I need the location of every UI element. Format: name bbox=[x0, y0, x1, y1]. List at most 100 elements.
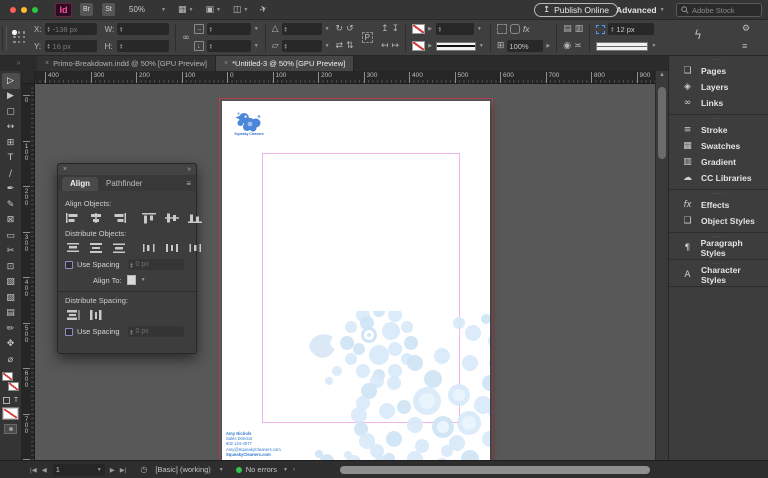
panel-tab-paragraph-styles[interactable]: ¶ Paragraph Styles bbox=[669, 238, 768, 258]
w-field[interactable]: ▲ ▼ bbox=[117, 23, 170, 35]
panel-tab-gradient[interactable]: ▥ Gradient bbox=[669, 154, 768, 170]
search-input[interactable] bbox=[692, 5, 756, 15]
distribute-right-edges-button[interactable] bbox=[187, 242, 203, 254]
align-left-edges-button[interactable] bbox=[65, 212, 81, 224]
spacing-field[interactable]: ▲ ▼ 0 px bbox=[127, 259, 184, 270]
publish-online-button[interactable]: ↥ Publish Online bbox=[534, 3, 618, 17]
flip-vertical-icon[interactable]: ⇅ bbox=[346, 41, 354, 51]
rotate-cw-icon[interactable]: ↻ bbox=[336, 24, 344, 34]
screen-mode-dropdown[interactable]: ▣ ▼ bbox=[205, 5, 220, 15]
use-spacing2-checkbox[interactable] bbox=[65, 327, 73, 336]
distribute-vertical-centers-button[interactable] bbox=[88, 242, 104, 254]
gradient-tool[interactable]: ▧ bbox=[2, 275, 20, 291]
preflight-status-caret[interactable]: ▼ bbox=[283, 467, 288, 473]
panel-tab-pages[interactable]: ❏ Pages bbox=[669, 63, 768, 79]
preflight-profile-caret[interactable]: ▼ bbox=[219, 467, 224, 473]
apply-gradient-button[interactable] bbox=[4, 423, 17, 434]
previous-page-button[interactable]: ◀ bbox=[42, 466, 47, 474]
opacity-field[interactable]: 100% bbox=[507, 40, 544, 52]
zoom-level-dropdown[interactable]: 50% ▼ bbox=[129, 5, 166, 14]
type-tool[interactable]: T bbox=[2, 151, 20, 167]
apply-none-button[interactable] bbox=[2, 406, 19, 420]
gradient-feather-tool[interactable]: ▨ bbox=[2, 290, 20, 306]
align-left-small-icon[interactable]: ↤ bbox=[381, 41, 389, 51]
text-wrap-bounding-icon[interactable]: ▥ bbox=[575, 24, 584, 34]
fill-stroke-indicator[interactable] bbox=[1, 371, 20, 394]
hand-tool[interactable]: ✥ bbox=[2, 337, 20, 353]
pencil-tool[interactable]: ✎ bbox=[2, 197, 20, 213]
stroke-type-dropdown[interactable] bbox=[435, 41, 476, 51]
zoom-tool[interactable]: ⌀ bbox=[2, 352, 20, 368]
ruler-origin-corner[interactable] bbox=[22, 71, 35, 84]
preflight-profile[interactable]: [Basic] (working) bbox=[155, 465, 210, 474]
panel-tab-effects[interactable]: fx Effects bbox=[669, 197, 768, 213]
align-right-edges-button[interactable] bbox=[111, 212, 127, 224]
distribute-top-edges-button[interactable] bbox=[65, 242, 81, 254]
vertical-ruler[interactable]: 01002003004005006007008 bbox=[22, 84, 35, 460]
corner-options-icon[interactable] bbox=[509, 24, 520, 34]
panel-group-grip[interactable]: ···· bbox=[669, 115, 768, 122]
align-horizontal-centers-button[interactable] bbox=[88, 212, 104, 224]
panel-tab-object-styles[interactable]: ❑ Object Styles bbox=[669, 213, 768, 229]
rotate-ccw-icon[interactable]: ↺ bbox=[346, 24, 354, 34]
align-vertical-centers-button[interactable] bbox=[164, 212, 180, 224]
rotation-field[interactable]: ▲ ▼ bbox=[281, 23, 322, 35]
panel-tab-swatches[interactable]: ▦ Swatches bbox=[669, 138, 768, 154]
gap-tool[interactable]: ↔ bbox=[2, 120, 20, 136]
frame-tool[interactable]: ⊠ bbox=[2, 213, 20, 229]
panel-tab-stroke[interactable]: ≡ Stroke bbox=[669, 122, 768, 138]
tab-align[interactable]: Align bbox=[62, 177, 98, 191]
adobe-stock-search[interactable] bbox=[676, 3, 762, 17]
align-panel-menu-icon[interactable]: ≡ bbox=[186, 179, 191, 188]
next-page-button[interactable]: ▶ bbox=[110, 466, 115, 474]
note-tool[interactable]: ▤ bbox=[2, 306, 20, 322]
horizontal-ruler[interactable]: 400 300 200 100 0 100 200 300 400 500 600 700 800 900 bbox=[35, 71, 655, 84]
shear-field[interactable]: ▲ ▼ bbox=[281, 40, 322, 52]
corner-radius-field[interactable]: ▲ ▼ 12 px bbox=[608, 23, 655, 35]
use-spacing-checkbox[interactable] bbox=[65, 260, 73, 269]
document-tab[interactable]: × *Untitled-3 @ 50% [GPU Preview] bbox=[216, 56, 355, 71]
distribute-vertical-space-button[interactable] bbox=[65, 309, 81, 321]
arrange-documents-dropdown[interactable]: ◫ ▼ bbox=[233, 5, 248, 15]
align-to-selection-icon[interactable] bbox=[126, 275, 136, 285]
select-container-icon[interactable]: P bbox=[361, 32, 373, 43]
gear-icon[interactable]: ⚙ bbox=[742, 24, 750, 34]
spacing2-field[interactable]: ▲ ▼ 0 px bbox=[127, 326, 184, 337]
distribute-bottom-edges-button[interactable] bbox=[111, 242, 127, 254]
stroke-none-swatch[interactable] bbox=[7, 381, 19, 391]
text-wrap-object-icon[interactable]: ◉ bbox=[563, 41, 571, 51]
fullscreen-window-button[interactable] bbox=[32, 6, 38, 13]
scale-x-field[interactable]: ▲ ▼ bbox=[206, 23, 251, 35]
tab-pathfinder[interactable]: Pathfinder bbox=[98, 177, 150, 191]
scissors-tool[interactable]: ✂ bbox=[2, 244, 20, 260]
distribute-v-small-icon[interactable]: ↧ bbox=[392, 24, 400, 34]
panel-tab-links[interactable]: ∞ Links bbox=[669, 95, 768, 111]
panel-grip[interactable] bbox=[2, 25, 7, 50]
fill-none-swatch[interactable] bbox=[1, 371, 13, 381]
align-top-edges-button[interactable] bbox=[141, 212, 157, 224]
free-transform-tool[interactable]: ⊡ bbox=[2, 259, 20, 275]
page-number-dropdown[interactable]: 1 ▼ bbox=[52, 463, 105, 476]
last-page-button[interactable]: ▶| bbox=[120, 466, 127, 474]
collapse-panel-icon[interactable]: » bbox=[187, 166, 191, 173]
text-wrap-jump-icon[interactable]: ≍ bbox=[574, 41, 582, 51]
preflight-status[interactable]: No errors bbox=[246, 465, 277, 474]
close-window-button[interactable] bbox=[10, 6, 16, 13]
document-tab[interactable]: × Primo-Breakdown.indd @ 50% [GPU Preview… bbox=[37, 56, 217, 71]
document-page[interactable]: Squeaky Cleaners Amy Nichols Sales Direct… bbox=[222, 101, 490, 460]
rectangle-tool[interactable]: ▭ bbox=[2, 228, 20, 244]
y-field[interactable]: ▲ ▼ 16 px bbox=[44, 40, 97, 52]
workspace-switcher[interactable]: Advanced ▼ bbox=[616, 3, 665, 17]
align-bottom-edges-button[interactable] bbox=[187, 212, 203, 224]
gpu-performance-icon[interactable]: ϟ bbox=[694, 28, 702, 42]
h-field[interactable]: ▲ ▼ bbox=[117, 40, 170, 52]
bridge-button[interactable]: Br bbox=[80, 3, 93, 16]
scroll-up-icon[interactable]: ▲ bbox=[659, 72, 665, 78]
fill-color-swatch[interactable] bbox=[412, 24, 426, 34]
vertical-scroll-thumb[interactable] bbox=[658, 87, 666, 159]
scale-y-field[interactable]: ▲ ▼ bbox=[206, 40, 251, 52]
line-tool[interactable]: ∕ bbox=[2, 166, 20, 182]
flip-horizontal-icon[interactable]: ⇄ bbox=[336, 41, 344, 51]
frame-fitting-icon[interactable] bbox=[496, 24, 507, 34]
stroke-color-swatch[interactable] bbox=[412, 41, 426, 51]
